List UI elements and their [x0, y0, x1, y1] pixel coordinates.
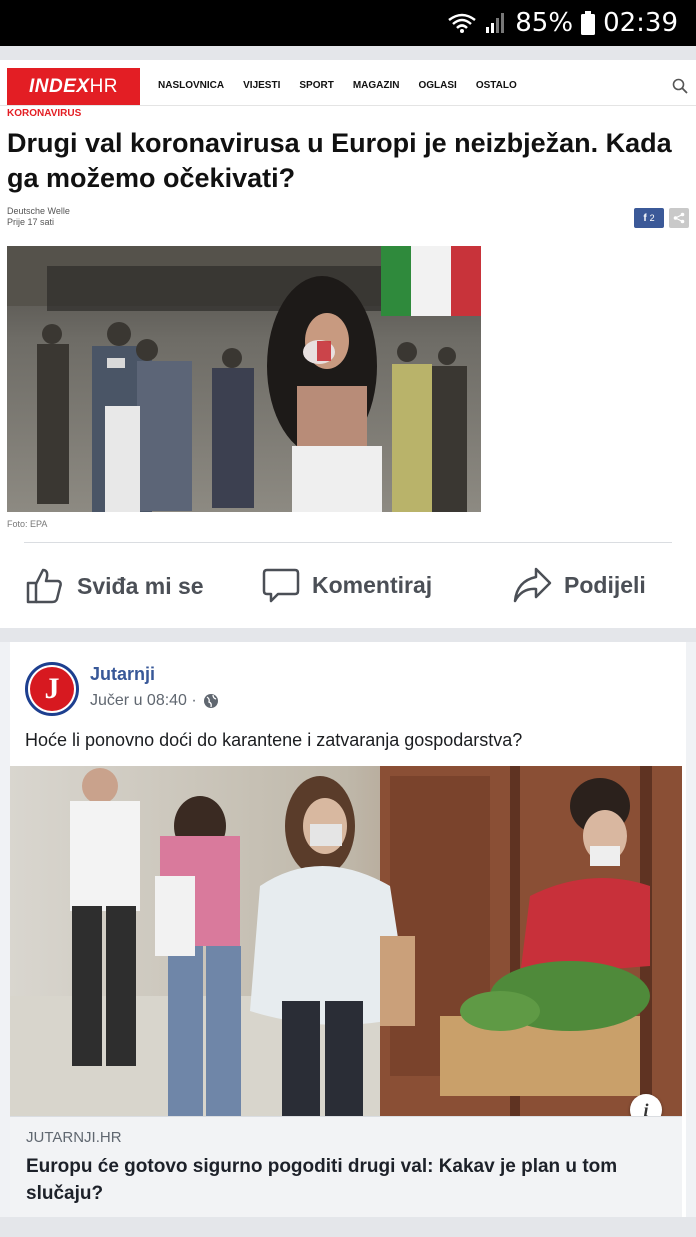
share-button[interactable]: Podijeli [512, 566, 646, 604]
link-preview[interactable]: JUTARNJI.HR Europu će gotovo sigurno pog… [10, 1116, 682, 1217]
logo-suffix: HR [89, 75, 119, 97]
photo-credit: Foto: EPA [7, 519, 48, 529]
feed-bottom-separator [0, 1217, 696, 1237]
index-article-card[interactable]: INDEX HR NASLOVNICA VIJESTI SPORT MAGAZIN… [0, 60, 696, 628]
share-arrow-icon [513, 567, 552, 603]
feed-separator [0, 628, 696, 642]
article-meta: Deutsche Welle Prije 17 sati [7, 206, 70, 228]
signal-icon [486, 13, 505, 33]
share-small-button[interactable] [669, 208, 689, 228]
article-photo-crowd-masks [7, 246, 481, 512]
logo-brand: INDEX [28, 75, 90, 97]
like-button[interactable]: Sviđa mi se [25, 566, 204, 606]
jutarnji-post-card: J Jutarnji Jučer u 08:40 · Hoće li ponov… [0, 642, 696, 1217]
comment-button[interactable]: Komentiraj [262, 566, 432, 604]
status-icons: 85% 02:39 [447, 6, 678, 40]
thumbs-up-icon [26, 568, 62, 604]
avatar-letter: J [30, 667, 74, 711]
battery-icon [581, 11, 596, 35]
wifi-icon [448, 13, 477, 33]
post-timestamp[interactable]: Jučer u 08:40 · [90, 692, 219, 710]
card-right-edge [686, 642, 696, 1217]
battery-percent: 85% [515, 8, 574, 38]
post-time-text: Jučer u 08:40 · [90, 692, 197, 709]
nav-item-vijesti[interactable]: VIJESTI [243, 80, 280, 91]
article-category[interactable]: KORONAVIRUS [7, 108, 81, 119]
card-left-edge [0, 642, 10, 1217]
article-time: Prije 17 sati [7, 217, 55, 227]
article-source: Deutsche Welle [7, 206, 70, 216]
post-actions: Sviđa mi se Komentiraj Podijeli [0, 560, 696, 612]
facebook-icon: f [643, 212, 647, 224]
globe-icon [203, 694, 218, 708]
nav-item-naslovnica[interactable]: NASLOVNICA [158, 80, 224, 91]
status-bar: 85% 02:39 [0, 0, 696, 46]
index-top-nav: INDEX HR NASLOVNICA VIJESTI SPORT MAGAZIN… [0, 66, 696, 106]
nav-item-sport[interactable]: SPORT [299, 80, 333, 91]
post-text: Hoće li ponovno doći do karantene i zatv… [25, 730, 523, 750]
nav-item-ostalo[interactable]: OSTALO [476, 80, 517, 91]
link-preview-image-market[interactable] [10, 766, 682, 1116]
index-logo[interactable]: INDEX HR [7, 68, 140, 105]
article-headline: Drugi val koronavirusa u Europi je neizb… [7, 128, 672, 193]
link-domain: JUTARNJI.HR [26, 1129, 122, 1146]
share-nodes-icon [673, 212, 685, 224]
jutarnji-avatar[interactable]: J [25, 662, 79, 716]
facebook-share-button[interactable]: f 2 [634, 208, 664, 228]
link-title: Europu će gotovo sigurno pogoditi drugi … [26, 1156, 618, 1204]
feed-separator [0, 46, 696, 60]
clock: 02:39 [603, 8, 678, 38]
index-nav-menu: NASLOVNICA VIJESTI SPORT MAGAZIN OGLASI … [158, 80, 517, 91]
share-label: Podijeli [564, 571, 646, 598]
divider [24, 542, 672, 543]
like-label: Sviđa mi se [77, 572, 204, 599]
comment-bubble-icon [262, 568, 300, 603]
nav-item-oglasi[interactable]: OGLASI [419, 80, 457, 91]
search-icon[interactable] [672, 78, 688, 94]
facebook-share-count: 2 [649, 213, 655, 223]
comment-label: Komentiraj [312, 571, 433, 598]
page-name[interactable]: Jutarnji [90, 664, 155, 685]
nav-item-magazin[interactable]: MAGAZIN [353, 80, 400, 91]
